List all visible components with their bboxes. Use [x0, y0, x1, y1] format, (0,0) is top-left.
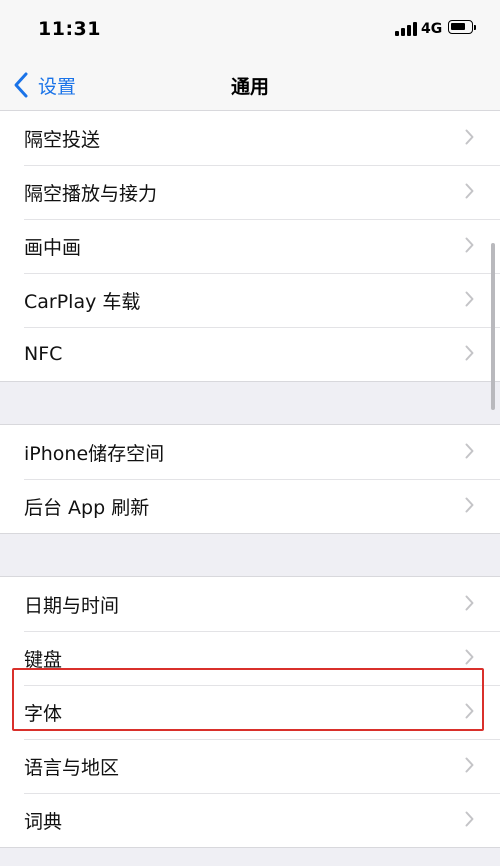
chevron-right-icon [465, 291, 474, 307]
page-title: 通用 [230, 76, 269, 98]
row-label: 隔空投送 [24, 128, 101, 151]
row-label: iPhone储存空间 [24, 442, 165, 465]
row-label: 键盘 [24, 648, 63, 671]
chevron-right-icon [465, 237, 474, 253]
row-label: 字体 [24, 702, 63, 725]
chevron-right-icon [465, 183, 474, 199]
status-time: 11:31 [38, 18, 101, 40]
battery-icon [448, 20, 473, 34]
row-iphone-storage[interactable]: iPhone储存空间 [0, 425, 500, 479]
chevron-right-icon [465, 129, 474, 145]
settings-list: 隔空投送 隔空播放与接力 画中画 CarPlay 车载 NFC iPhone储存… [0, 111, 500, 848]
row-label: 语言与地区 [24, 756, 120, 779]
battery-cap [474, 25, 476, 30]
row-label: 隔空播放与接力 [24, 182, 158, 205]
settings-group-2: iPhone储存空间 后台 App 刷新 [0, 424, 500, 534]
chevron-right-icon [465, 497, 474, 513]
row-label: NFC [24, 343, 63, 365]
settings-group-1: 隔空投送 隔空播放与接力 画中画 CarPlay 车载 NFC [0, 111, 500, 382]
row-label: CarPlay 车载 [24, 290, 141, 313]
row-fonts[interactable]: 字体 [0, 685, 500, 739]
row-keyboard[interactable]: 键盘 [0, 631, 500, 685]
row-language-region[interactable]: 语言与地区 [0, 739, 500, 793]
chevron-right-icon [465, 649, 474, 665]
row-date-time[interactable]: 日期与时间 [0, 577, 500, 631]
row-label: 画中画 [24, 236, 82, 259]
chevron-right-icon [465, 811, 474, 827]
chevron-right-icon [465, 443, 474, 459]
row-background-app-refresh[interactable]: 后台 App 刷新 [0, 479, 500, 533]
row-picture-in-picture[interactable]: 画中画 [0, 219, 500, 273]
cellular-signal-icon [395, 22, 417, 36]
chevron-right-icon [465, 595, 474, 611]
group-spacer [0, 534, 500, 576]
row-airplay-handoff[interactable]: 隔空播放与接力 [0, 165, 500, 219]
row-dictionary[interactable]: 词典 [0, 793, 500, 847]
chevron-right-icon [465, 757, 474, 773]
row-nfc[interactable]: NFC [0, 327, 500, 381]
settings-group-3: 日期与时间 键盘 字体 语言与地区 词典 [0, 576, 500, 848]
network-type: 4G [421, 21, 443, 37]
row-airdrop[interactable]: 隔空投送 [0, 111, 500, 165]
row-label: 词典 [24, 810, 63, 833]
status-bar: 11:31 4G [0, 0, 500, 60]
chevron-right-icon [465, 703, 474, 719]
battery-fill [451, 23, 465, 30]
row-label: 后台 App 刷新 [24, 496, 150, 519]
group-spacer [0, 382, 500, 424]
chevron-right-icon [465, 345, 474, 361]
scroll-indicator [491, 243, 495, 410]
row-carplay[interactable]: CarPlay 车载 [0, 273, 500, 327]
navigation-bar: 设置 通用 [0, 60, 500, 111]
row-label: 日期与时间 [24, 594, 120, 617]
